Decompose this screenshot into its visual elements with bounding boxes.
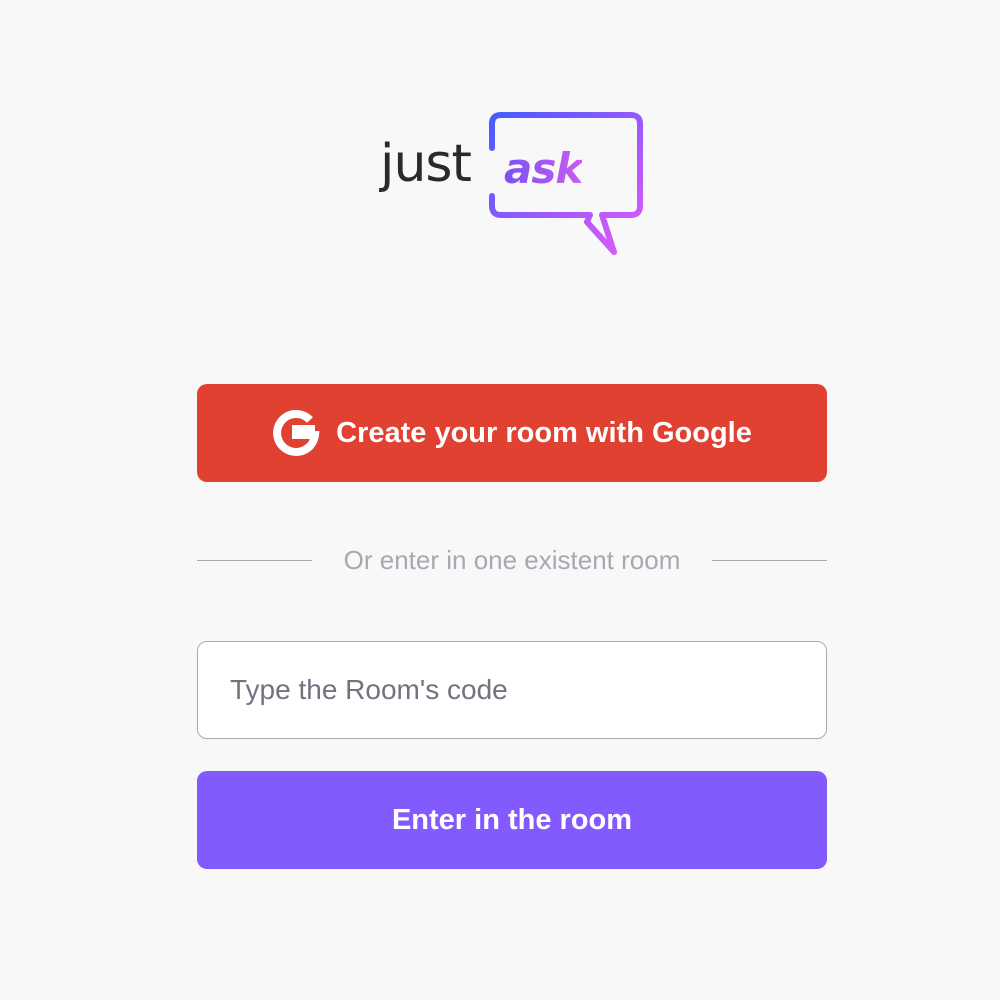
enter-button-label: Enter in the room bbox=[391, 803, 633, 836]
separator: Or enter in one existent room bbox=[197, 540, 827, 580]
separator-line-right bbox=[712, 559, 827, 561]
separator-text: Or enter in one existent room bbox=[343, 544, 681, 575]
google-button-label: Create your room with Google bbox=[336, 416, 752, 449]
logo-word-ask: ask bbox=[504, 144, 583, 193]
auth-page: just ask Create your room with Google Or… bbox=[0, 0, 1000, 1000]
logo-word-just: just bbox=[380, 134, 472, 194]
room-code-input[interactable] bbox=[197, 641, 827, 739]
separator-line-left bbox=[197, 559, 312, 561]
create-room-google-button[interactable]: Create your room with Google bbox=[197, 384, 827, 482]
google-icon bbox=[273, 410, 320, 456]
enter-room-button[interactable]: Enter in the room bbox=[197, 771, 827, 869]
just-ask-logo: just ask bbox=[380, 110, 650, 260]
